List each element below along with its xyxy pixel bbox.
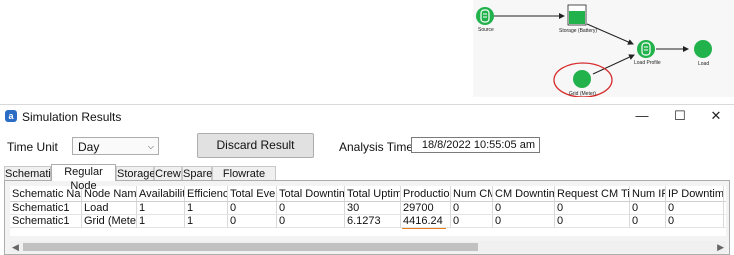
load-node-icon[interactable] <box>694 40 712 58</box>
tab-flowrate-node[interactable]: Flowrate Node <box>212 166 276 194</box>
time-unit-select[interactable]: Day ⌵ <box>72 137 159 155</box>
table-cell[interactable]: 0 <box>630 215 666 228</box>
table-cell[interactable] <box>724 202 726 215</box>
horizontal-scrollbar[interactable]: ◀ ▶ <box>10 241 726 253</box>
node-label-load-profile: Load Profile <box>634 60 661 66</box>
column-header[interactable]: Efficiency <box>185 186 228 202</box>
table-cell[interactable]: 0 <box>666 215 724 228</box>
table-cell[interactable]: 0 <box>451 202 493 215</box>
table-cell[interactable]: 29700 <box>401 202 451 215</box>
column-header[interactable]: IP Downtime <box>666 186 724 202</box>
table-cell[interactable]: 1 <box>137 215 185 228</box>
table-cell[interactable]: 30 <box>345 202 401 215</box>
column-header[interactable]: Production <box>401 186 451 202</box>
maximize-button[interactable]: ☐ <box>663 107 697 125</box>
window-title: Simulation Results <box>22 110 122 124</box>
table-cell[interactable]: 0 <box>451 215 493 228</box>
tab-storage[interactable]: Storage <box>116 166 156 180</box>
column-header[interactable]: Total Event <box>228 186 277 202</box>
column-header[interactable]: Num IP <box>630 186 666 202</box>
column-header[interactable]: Total Downtime <box>277 186 345 202</box>
column-header[interactable]: N <box>724 186 726 202</box>
node-label-source: Source <box>478 27 494 33</box>
table-cell[interactable]: 0 <box>277 202 345 215</box>
grid-meter-node-icon[interactable] <box>573 70 591 88</box>
discard-result-button[interactable]: Discard Result <box>197 133 314 158</box>
table-cell[interactable]: 0 <box>555 215 630 228</box>
results-table[interactable]: Schematic Name Node Name Availability Ef… <box>10 186 726 236</box>
table-cell[interactable]: 4416.24 <box>401 215 451 228</box>
tab-spare[interactable]: Spare <box>182 166 212 180</box>
edge-grid-loadprofile <box>592 54 635 75</box>
table-cell[interactable]: 0 <box>630 202 666 215</box>
table-cell[interactable]: 0 <box>666 202 724 215</box>
table-cell[interactable]: 0 <box>277 215 345 228</box>
column-header[interactable]: Request CM Time <box>555 186 630 202</box>
table-cell[interactable]: Load <box>82 202 137 215</box>
node-label-storage: Storage (Battery) <box>559 28 598 34</box>
column-header[interactable]: Availability <box>137 186 185 202</box>
tab-crew[interactable]: Crew <box>154 166 182 180</box>
time-unit-label: Time Unit <box>7 140 58 154</box>
table-cell[interactable]: Schematic1 <box>10 202 82 215</box>
tab-schematic[interactable]: Schematic <box>4 166 56 180</box>
source-node-icon[interactable] <box>476 7 494 25</box>
column-header[interactable]: Num CM <box>451 186 493 202</box>
analysis-time-label: Analysis Time <box>339 140 414 154</box>
time-unit-value: Day <box>78 140 100 154</box>
column-header[interactable]: CM Downtime <box>493 186 555 202</box>
table-cell[interactable]: 1 <box>137 202 185 215</box>
storage-node-icon[interactable] <box>567 4 587 26</box>
table-cell[interactable]: 0 <box>493 202 555 215</box>
schematic-diagram: Source Storage (Battery) Load Profile Lo… <box>473 0 734 97</box>
load-profile-node-icon[interactable] <box>637 40 655 58</box>
table-cell[interactable] <box>724 215 726 228</box>
table-cell[interactable]: Schematic1 <box>10 215 82 228</box>
toolbar: Time Unit Day ⌵ Discard Result Analysis … <box>0 129 734 159</box>
scroll-left-icon[interactable]: ◀ <box>12 241 19 253</box>
scroll-right-icon[interactable]: ▶ <box>717 241 724 253</box>
table-cell[interactable]: 0 <box>555 202 630 215</box>
node-label-grid-meter: Grid (Meter) <box>569 91 596 97</box>
table-cell[interactable]: 1 <box>185 202 228 215</box>
results-grid-frame: Schematic Name Node Name Availability Ef… <box>4 180 730 255</box>
close-button[interactable]: ✕ <box>699 107 733 125</box>
chevron-down-icon: ⌵ <box>147 142 154 151</box>
node-label-load: Load <box>698 61 710 67</box>
table-cell[interactable]: 0 <box>228 215 277 228</box>
tab-regular-node[interactable]: Regular Node <box>51 164 116 192</box>
table-cell[interactable]: 6.1273 <box>345 215 401 228</box>
table-cell[interactable]: 1 <box>185 215 228 228</box>
cell-focus-underline <box>402 228 446 229</box>
column-header[interactable]: Total Uptime <box>345 186 401 202</box>
title-bar[interactable]: a Simulation Results — ☐ ✕ <box>0 105 734 127</box>
table-cell[interactable]: Grid (Meter) <box>82 215 137 228</box>
app-icon: a <box>5 110 17 122</box>
table-cell[interactable]: 0 <box>228 202 277 215</box>
minimize-button[interactable]: — <box>625 107 659 125</box>
edge-storage-loadprofile <box>586 23 634 45</box>
scrollbar-thumb[interactable] <box>23 243 478 251</box>
table-cell[interactable]: 0 <box>493 215 555 228</box>
schematic-canvas <box>476 4 712 97</box>
simulation-results-window: a Simulation Results — ☐ ✕ Time Unit Day… <box>0 104 734 255</box>
analysis-time-field[interactable]: 18/8/2022 10:55:05 am <box>411 137 540 153</box>
